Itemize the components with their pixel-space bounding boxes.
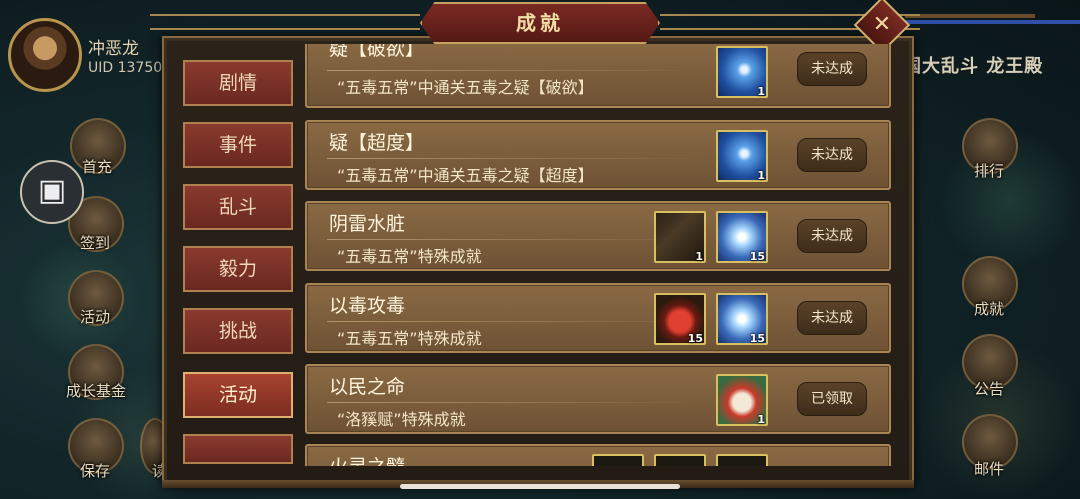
side-label-sign-in: 签到 [80, 234, 111, 252]
achievement-title: 阴雷水脏 [329, 213, 406, 235]
server-name: 国大乱斗 龙王殿 [903, 56, 1044, 77]
reward-qty: 15 [749, 250, 765, 263]
reward-qty: 15 [687, 332, 703, 345]
reward-qty: 1 [757, 85, 765, 98]
status-button[interactable]: 未达成 [797, 219, 867, 253]
row-divider [327, 321, 707, 322]
fruit-item-icon[interactable]: 15 [654, 293, 706, 345]
side-label-mail: 邮件 [974, 460, 1005, 478]
side-label-notice: 公告 [974, 380, 1005, 398]
status-button[interactable]: 未达成 [797, 301, 867, 335]
cube-menu-icon[interactable]: ▣ [20, 160, 84, 224]
lightning-item-icon[interactable]: 1 [716, 46, 768, 98]
side-label-growth-fund: 成长基金 [66, 382, 127, 400]
row-divider [327, 158, 707, 159]
row-divider [327, 402, 707, 403]
player-avatar[interactable] [8, 18, 82, 92]
achievement-title: 火灵之髓 [329, 452, 405, 466]
achievement-title: 疑【超度】 [329, 132, 425, 154]
achievement-row: 以民之命 “洛豯赋”特殊成就 1 已领取 [305, 364, 891, 434]
reward-item-icon[interactable] [654, 454, 706, 466]
achievement-title: 疑【破欲】 [329, 44, 425, 60]
achievement-row: 阴雷水脏 “五毒五常”特殊成就 1 15 未达成 [305, 201, 891, 271]
side-label-save: 保存 [80, 462, 111, 480]
achievement-title: 以毒攻毒 [329, 295, 406, 317]
exp-bar [905, 14, 1035, 18]
row-divider [327, 239, 707, 240]
achievement-desc: “五毒五常”特殊成就 [337, 247, 482, 266]
player-info[interactable]: 冲恶龙 UID 13750 [4, 14, 174, 92]
ice-crystal-item-icon[interactable]: 15 [716, 211, 768, 263]
side-label-activity: 活动 [80, 308, 111, 326]
ice-crystal-item-icon[interactable]: 15 [716, 293, 768, 345]
reward-qty: 1 [757, 169, 765, 182]
achievement-row: 疑【超度】 “五毒五常”中通关五毒之疑【超度】 1 未达成 [305, 120, 891, 190]
row-divider [327, 70, 707, 71]
achievement-title: 以民之命 [329, 376, 406, 398]
reward-qty: 15 [749, 332, 765, 345]
achievement-row: 以毒攻毒 “五毒五常”特殊成就 15 15 未达成 [305, 283, 891, 353]
player-name: 冲恶龙 [88, 39, 139, 59]
home-indicator-scrollbar[interactable] [400, 484, 680, 489]
reward-qty: 1 [757, 413, 765, 426]
tab-partial[interactable] [183, 434, 293, 464]
close-icon[interactable]: ✕ [862, 5, 902, 45]
status-button[interactable]: 未达成 [797, 52, 867, 86]
achievement-row: 火灵之髓 [305, 444, 891, 466]
side-label-achievement: 成就 [974, 300, 1005, 318]
tab-challenge[interactable]: 挑战 [183, 308, 293, 354]
status-button[interactable]: 未达成 [797, 138, 867, 172]
achievement-desc: “五毒五常”中通关五毒之疑【破欲】 [337, 78, 594, 97]
status-button[interactable]: 已领取 [797, 382, 867, 416]
achievement-row: 疑【破欲】 “五毒五常”中通关五毒之疑【破欲】 1 未达成 [305, 44, 891, 108]
title-ornament-left [150, 14, 420, 30]
tab-perseverance[interactable]: 毅力 [183, 246, 293, 292]
lion-dance-item-icon[interactable]: 1 [716, 374, 768, 426]
tab-activity[interactable]: 活动 [183, 372, 293, 418]
reward-item-icon[interactable] [716, 454, 768, 466]
tab-story[interactable]: 剧情 [183, 60, 293, 106]
energy-bar [905, 20, 1080, 24]
achievement-desc: “五毒五常”中通关五毒之疑【超度】 [337, 166, 594, 185]
tab-event[interactable]: 事件 [183, 122, 293, 168]
side-label-ranking: 排行 [974, 162, 1005, 180]
bow-item-icon[interactable]: 1 [654, 211, 706, 263]
player-uid: UID 13750 [88, 60, 163, 76]
side-label-first-charge: 首充 [82, 158, 113, 176]
panel-title: 成就 [420, 2, 660, 44]
achievement-desc: “洛豯赋”特殊成就 [337, 410, 466, 429]
achievement-desc: “五毒五常”特殊成就 [337, 329, 482, 348]
lightning-item-icon[interactable]: 1 [716, 130, 768, 182]
tab-brawl[interactable]: 乱斗 [183, 184, 293, 230]
achievement-list[interactable]: 疑【破欲】 “五毒五常”中通关五毒之疑【破欲】 1 未达成 疑【超度】 “五毒五… [305, 44, 891, 466]
reward-qty: 1 [695, 250, 703, 263]
reward-item-icon[interactable] [592, 454, 644, 466]
